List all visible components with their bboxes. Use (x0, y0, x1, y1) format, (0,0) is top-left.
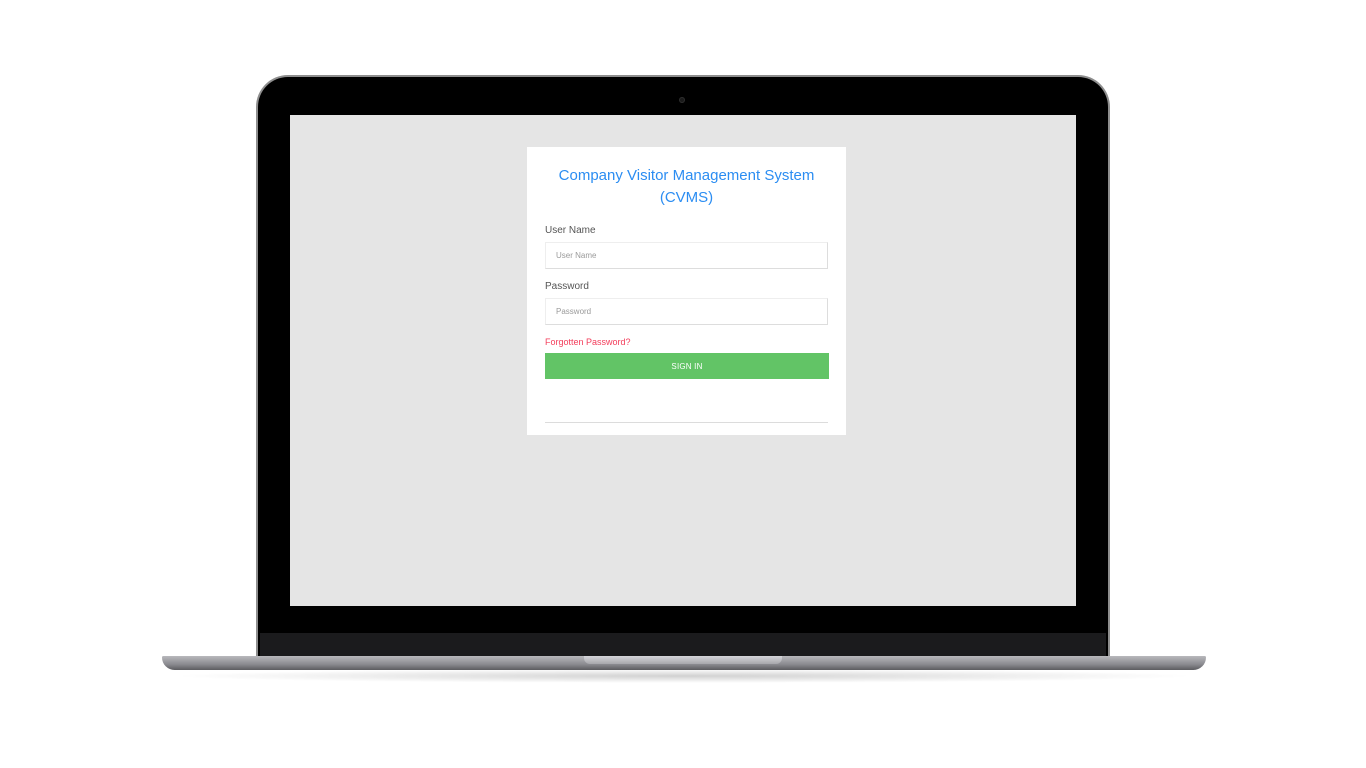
login-card: Company Visitor Management System (CVMS)… (527, 147, 846, 435)
laptop-hinge-notch (584, 656, 782, 664)
page-title: Company Visitor Management System (CVMS) (558, 167, 815, 206)
username-label: User Name (545, 225, 596, 236)
password-input[interactable] (545, 298, 828, 325)
camera-icon (679, 97, 685, 103)
sign-in-button[interactable]: SIGN IN (545, 353, 829, 379)
username-input[interactable] (545, 242, 828, 269)
laptop-bezel-strip (260, 633, 1106, 657)
forgot-password-link[interactable]: Forgotten Password? (545, 337, 828, 347)
password-label: Password (545, 281, 589, 292)
card-divider (545, 422, 828, 423)
laptop-shadow (170, 669, 1198, 683)
laptop-screen: Company Visitor Management System (CVMS)… (290, 115, 1076, 606)
laptop-mockup: Company Visitor Management System (CVMS)… (0, 0, 1366, 768)
